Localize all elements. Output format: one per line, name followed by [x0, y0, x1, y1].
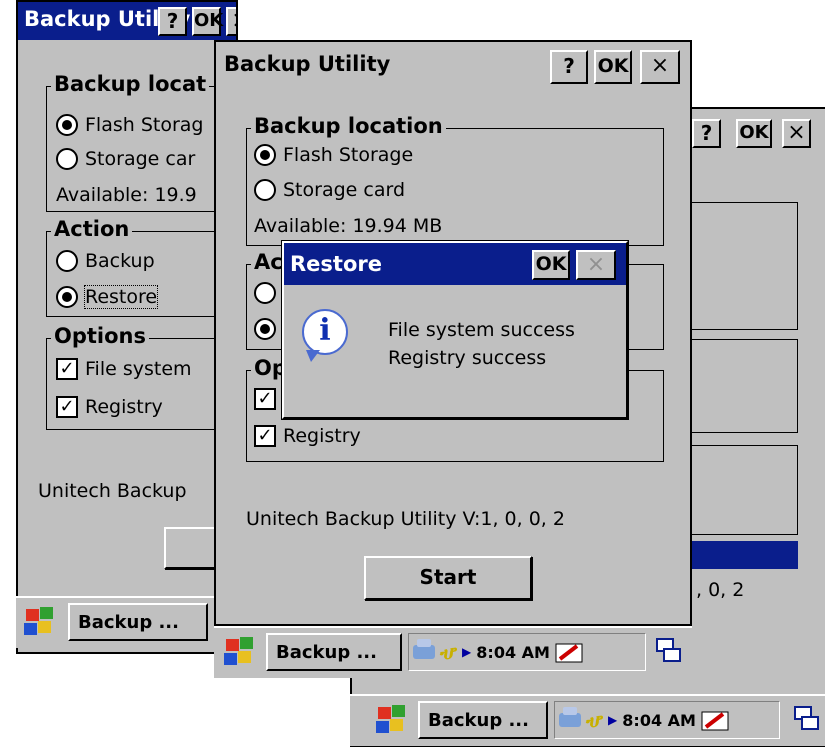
restore-radio[interactable] — [254, 318, 283, 340]
close-button[interactable]: × — [226, 7, 236, 36]
version-label: Unitech Backup — [38, 480, 187, 502]
system-tray: ሇ ▶ 8:04 AM — [408, 633, 646, 671]
radio-unselected-icon — [56, 250, 78, 272]
restore-dialog: Restore OK × i File system success Regis… — [282, 241, 628, 419]
radio-unselected-icon — [56, 148, 78, 170]
flash-storage-radio[interactable]: Flash Storage — [254, 144, 413, 166]
back-window: Backup Utility ? OK × Backup locat Flash… — [16, 0, 238, 654]
network-icon[interactable] — [559, 707, 581, 727]
windows-flag-icon[interactable] — [220, 634, 258, 670]
checkmark-icon: ✓ — [254, 388, 276, 410]
back-window-titlebar: Backup Utility ? OK × — [18, 2, 236, 40]
backup-radio[interactable] — [254, 282, 283, 304]
back-taskbar: Backup ... — [16, 596, 238, 648]
radio-label: Flash Storag — [85, 114, 204, 136]
checkmark-icon: ✓ — [56, 396, 78, 418]
taskbar-app-button[interactable]: Backup ... — [418, 701, 548, 739]
windows-flag-icon[interactable] — [372, 702, 410, 738]
clock[interactable]: 8:04 AM — [476, 643, 550, 662]
radio-label: Storage card — [283, 179, 406, 201]
input-panel-icon[interactable] — [701, 708, 729, 732]
radio-label: Restore — [83, 285, 159, 309]
dialog-message-line2: Registry success — [388, 347, 547, 369]
radio-selected-icon — [56, 114, 78, 136]
close-button[interactable]: × — [640, 50, 680, 84]
information-icon: i — [302, 309, 348, 362]
close-button: × — [576, 250, 616, 280]
main-taskbar: Backup ... ሇ ▶ 8:04 AM — [214, 626, 692, 678]
ok-button[interactable]: OK — [594, 50, 632, 84]
file-system-checkbox[interactable]: ✓ — [254, 388, 283, 410]
tray-arrow-icon[interactable]: ▶ — [608, 713, 617, 727]
close-button[interactable]: × — [782, 119, 811, 148]
desktop-switch-icon[interactable] — [792, 704, 822, 734]
main-window-titlebar: Backup Utility ? OK × — [216, 42, 690, 86]
checkmark-icon: ✓ — [254, 425, 276, 447]
start-button[interactable]: Start — [364, 556, 532, 600]
backup-radio[interactable]: Backup — [56, 250, 155, 272]
group-legend: Backup location — [251, 114, 446, 138]
file-system-checkbox[interactable]: ✓ File system — [56, 358, 192, 380]
ok-button[interactable]: OK — [192, 7, 223, 36]
group-legend: Action — [51, 217, 133, 241]
radio-selected-icon — [254, 318, 276, 340]
power-plug-icon[interactable]: ሇ — [586, 708, 603, 732]
network-icon[interactable] — [413, 639, 435, 659]
checkbox-label: File system — [85, 358, 192, 380]
tray-arrow-icon[interactable]: ▶ — [462, 645, 471, 659]
desktop-switch-icon[interactable] — [654, 636, 684, 666]
group-legend: Ac — [251, 250, 286, 274]
group-legend: Options — [51, 324, 149, 348]
dialog-titlebar: Restore OK × — [284, 243, 626, 285]
help-button[interactable]: ? — [692, 119, 721, 148]
storage-card-radio[interactable]: Storage car — [56, 148, 195, 170]
ok-button[interactable]: OK — [532, 250, 570, 280]
version-label: , 0, 2 — [696, 579, 745, 601]
radio-label: Storage car — [85, 148, 196, 170]
clock[interactable]: 8:04 AM — [622, 711, 696, 730]
radio-selected-icon — [56, 286, 78, 308]
radio-label: Backup — [85, 250, 155, 272]
taskbar-app-button[interactable]: Backup ... — [68, 603, 208, 641]
power-plug-icon[interactable]: ሇ — [440, 640, 457, 664]
radio-unselected-icon — [254, 179, 276, 201]
available-space: Available: 19.94 MB — [254, 215, 443, 237]
ok-button[interactable]: OK — [736, 119, 772, 148]
window-title: Backup Utility — [224, 52, 391, 76]
radio-label: Flash Storage — [283, 144, 414, 166]
radio-selected-icon — [254, 144, 276, 166]
dialog-message-line1: File system success — [388, 319, 575, 341]
input-panel-icon[interactable] — [555, 640, 583, 664]
registry-checkbox[interactable]: ✓ Registry — [56, 396, 163, 418]
system-tray: ሇ ▶ 8:04 AM — [554, 701, 780, 739]
taskbar-app-button[interactable]: Backup ... — [266, 633, 402, 671]
registry-checkbox[interactable]: ✓ Registry — [254, 425, 361, 447]
help-button[interactable]: ? — [550, 50, 588, 84]
right-taskbar: Backup ... ሇ ▶ 8:04 AM — [350, 694, 825, 746]
group-legend: Backup locat — [51, 72, 210, 96]
checkmark-icon: ✓ — [56, 358, 78, 380]
version-label: Unitech Backup Utility V:1, 0, 0, 2 — [246, 508, 565, 530]
checkbox-label: Registry — [283, 425, 361, 447]
radio-unselected-icon — [254, 282, 276, 304]
dialog-title: Restore — [290, 252, 382, 276]
flash-storage-radio[interactable]: Flash Storag — [56, 114, 203, 136]
available-space: Available: 19.9 — [56, 184, 197, 206]
restore-radio[interactable]: Restore — [56, 285, 159, 309]
help-button[interactable]: ? — [158, 7, 187, 36]
checkbox-label: Registry — [85, 396, 163, 418]
windows-flag-icon[interactable] — [20, 604, 58, 640]
storage-card-radio[interactable]: Storage card — [254, 179, 405, 201]
